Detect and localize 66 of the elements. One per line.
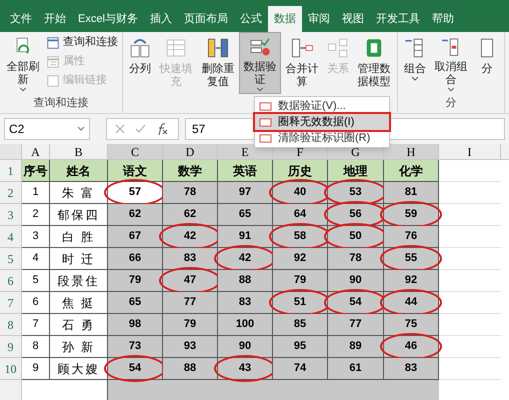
header-cell: 化学 [384,160,439,182]
table-cell: 64 [273,204,328,226]
table-cell: 4 [22,248,50,270]
table-cell: 5 [22,270,50,292]
header-cell: 英语 [218,160,273,182]
header-cell: 语文 [108,160,163,182]
header-cell: 序号 [22,160,50,182]
table-cell: 62 [163,204,218,226]
header-cell: 数学 [163,160,218,182]
table-cell: 75 [384,314,439,336]
table-cell: 65 [108,292,163,314]
table-cell: 77 [163,292,218,314]
table-cell: 3 [22,226,50,248]
cell-reference: C2 [9,121,24,138]
table-cell: 孙 新 [50,336,108,358]
table-cell: 石 勇 [50,314,108,336]
table-cell: 67 [108,226,163,248]
table-cell: 73 [108,336,163,358]
table-cell: 83 [163,248,218,270]
table-cell: 郁保四 [50,204,108,226]
table-cell: 9 [22,358,50,380]
table-cell: 78 [328,248,384,270]
table-cell: 79 [163,314,218,336]
table-cell: 74 [273,358,328,380]
table-cell: 时 迁 [50,248,108,270]
group-label: 分 [446,97,456,110]
table-cell: 66 [108,248,163,270]
header-cell: 地理 [328,160,384,182]
table-cell: 81 [384,182,439,204]
table-cell: 78 [163,182,218,204]
table-cell: 89 [328,336,384,358]
table-cell: 83 [218,292,273,314]
table-cell: 2 [22,204,50,226]
table-cell: 88 [218,270,273,292]
header-cell: 姓名 [50,160,108,182]
table-cell: 顾大嫂 [50,358,108,380]
table-cell: 92 [384,270,439,292]
table-cell: 8 [22,336,50,358]
table-cell: 段景住 [50,270,108,292]
table-cell: 90 [218,336,273,358]
table-cell: 焦 挺 [50,292,108,314]
table-cell: 100 [218,314,273,336]
table-cell: 77 [328,314,384,336]
table-cell: 98 [108,314,163,336]
table-cell: 76 [384,226,439,248]
table-cell: 83 [384,358,439,380]
table-cell: 7 [22,314,50,336]
table-cell: 79 [273,270,328,292]
group-label: 查询和连接 [34,97,88,110]
table-cell: 85 [273,314,328,336]
header-cell: 历史 [273,160,328,182]
table-cell: 97 [218,182,273,204]
table-cell: 91 [218,226,273,248]
table-cell: 90 [328,270,384,292]
table-cell: 白 胜 [50,226,108,248]
table-cell: 朱 富 [50,182,108,204]
table-cell: 1 [22,182,50,204]
table-cell: 62 [108,204,163,226]
table-cell: 79 [108,270,163,292]
table-cell: 6 [22,292,50,314]
table-cell: 95 [273,336,328,358]
table-cell: 93 [163,336,218,358]
table-cell: 65 [218,204,273,226]
table-cell: 92 [273,248,328,270]
table-cell: 88 [163,358,218,380]
table-cell: 61 [328,358,384,380]
